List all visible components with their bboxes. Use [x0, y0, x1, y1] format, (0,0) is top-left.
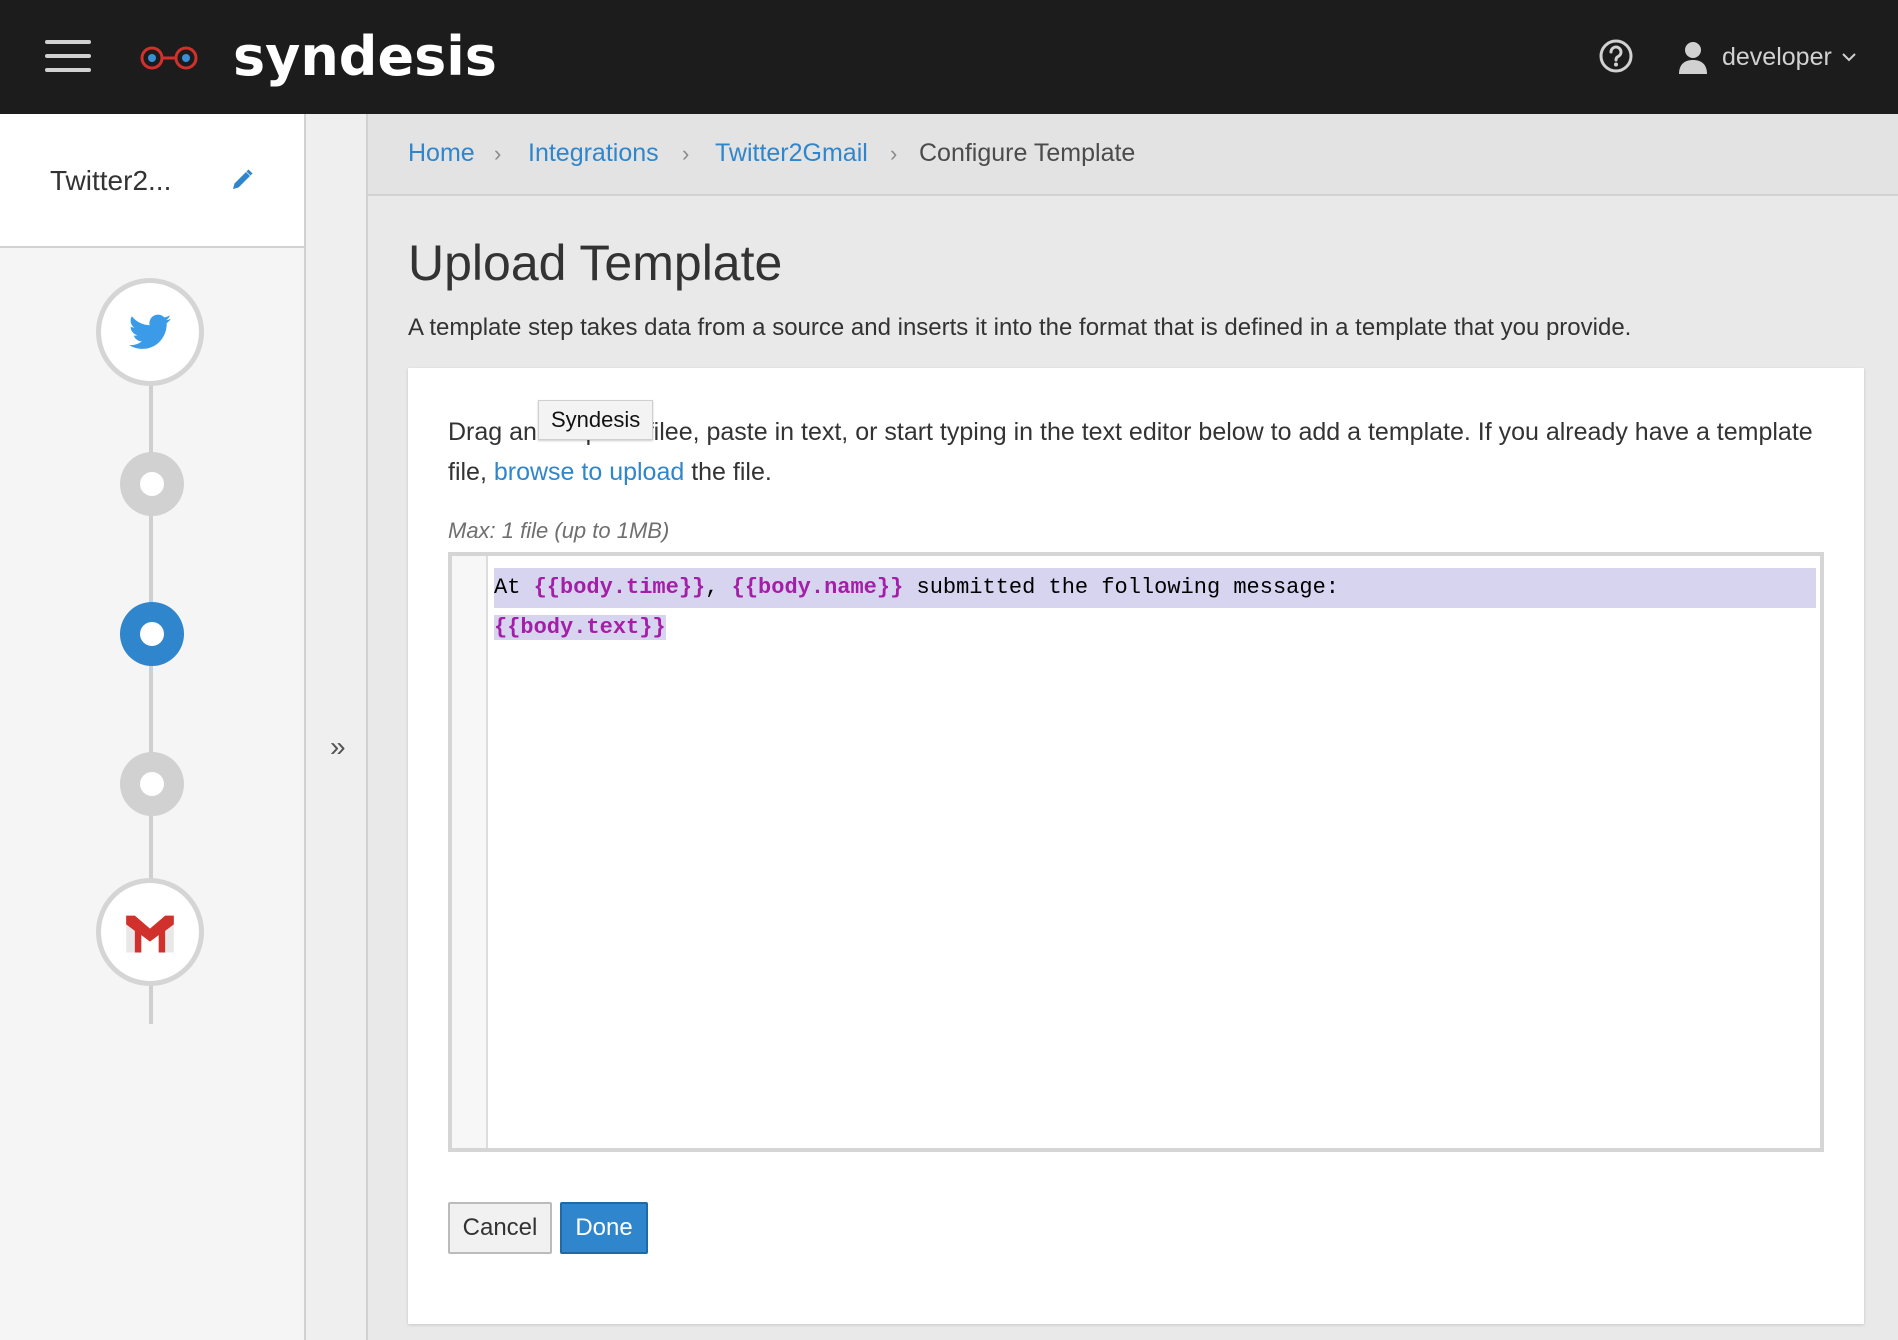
step-template-active[interactable] — [120, 602, 184, 666]
top-navbar: syndesis developer — [0, 0, 1898, 114]
step-add-placeholder[interactable] — [120, 752, 184, 816]
code-text: At — [494, 575, 534, 600]
chevron-down-icon[interactable] — [1842, 52, 1856, 62]
twitter-icon — [128, 314, 172, 349]
breadcrumb-separator: › — [890, 141, 898, 166]
hamburger-menu-icon[interactable] — [45, 40, 91, 72]
template-token: {{body.name}} — [731, 575, 904, 600]
breadcrumb-separator: › — [682, 141, 690, 166]
user-menu-label[interactable]: developer — [1722, 42, 1832, 72]
code-text: , — [705, 575, 732, 600]
cancel-button[interactable]: Cancel — [448, 1202, 552, 1254]
editor-line-1[interactable]: At {{body.time}}, {{body.name}} submitte… — [494, 568, 1816, 608]
user-icon[interactable] — [1676, 40, 1710, 74]
step-gmail-connection[interactable] — [96, 878, 204, 986]
page-title: Upload Template — [408, 235, 783, 291]
sidebar-header: Twitter2... — [0, 114, 304, 248]
instructions-text: Drag an — [448, 418, 537, 446]
template-token: {{body.time}} — [533, 575, 706, 600]
breadcrumb-separator: › — [494, 141, 502, 166]
step-twitter-connection[interactable] — [96, 278, 204, 386]
help-icon[interactable] — [1598, 38, 1634, 74]
page-description: A template step takes data from a source… — [408, 314, 1632, 341]
brand-name: syndesis — [233, 25, 497, 88]
code-text: submitted the following message: — [903, 575, 1339, 600]
gmail-icon — [126, 915, 174, 953]
upload-instructions: Drag an template filee, paste in text, o… — [448, 412, 1828, 492]
breadcrumb: Home › Integrations › Twitter2Gmail › Co… — [368, 114, 1898, 196]
pencil-icon[interactable] — [230, 168, 254, 192]
template-text-editor[interactable]: At {{body.time}}, {{body.name}} submitte… — [448, 552, 1824, 1152]
editor-gutter — [452, 556, 488, 1148]
step-add-placeholder[interactable] — [120, 452, 184, 516]
max-file-hint: Max: 1 file (up to 1MB) — [448, 518, 670, 543]
breadcrumb-home[interactable]: Home — [408, 138, 475, 168]
breadcrumb-integrations[interactable]: Integrations — [528, 138, 659, 168]
browse-to-upload-link[interactable]: browse to upload — [494, 458, 684, 486]
integration-flow-sidebar: Twitter2... — [0, 114, 306, 1340]
done-button[interactable]: Done — [560, 1202, 648, 1254]
instructions-text: the file. — [684, 458, 772, 486]
breadcrumb-current: Configure Template — [919, 139, 1136, 167]
syndesis-logo-icon — [140, 46, 198, 70]
expand-sidebar-icon[interactable]: » — [330, 732, 346, 762]
editor-line-2[interactable]: {{body.text}} — [494, 608, 666, 648]
tooltip: Syndesis — [538, 400, 654, 440]
integration-name: Twitter2... — [50, 165, 172, 196]
sidebar-collapse-strip — [306, 114, 368, 1340]
template-token: {{body.text}} — [494, 615, 666, 640]
breadcrumb-integration[interactable]: Twitter2Gmail — [715, 138, 868, 168]
